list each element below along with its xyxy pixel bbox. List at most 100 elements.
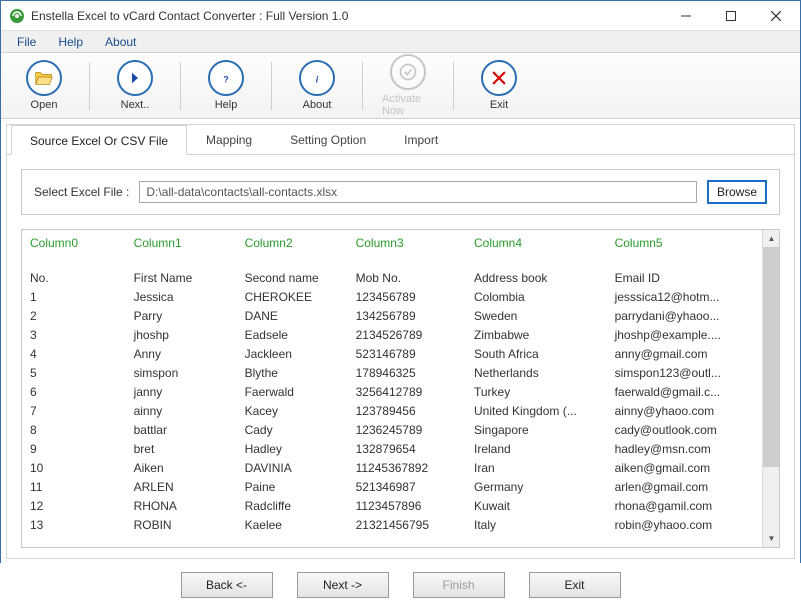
cell: Hadley (237, 439, 348, 458)
cell: 3 (22, 325, 126, 344)
scroll-thumb[interactable] (763, 247, 779, 467)
separator (271, 62, 272, 110)
exit-icon (481, 60, 517, 96)
column-header[interactable]: Column2 (237, 230, 348, 256)
cell: Mob No. (348, 268, 466, 287)
cell: Jessica (126, 287, 237, 306)
footer-exit-button[interactable]: Exit (529, 572, 621, 598)
table-row[interactable]: 7ainnyKacey123789456United Kingdom (...a… (22, 401, 762, 420)
menu-about[interactable]: About (95, 33, 146, 51)
cell: Kuwait (466, 496, 607, 515)
cell: Sweden (466, 306, 607, 325)
exit-button[interactable]: Exit (466, 56, 532, 115)
cell: 3256412789 (348, 382, 466, 401)
cell: 178946325 (348, 363, 466, 382)
table-row[interactable]: 3jhoshpEadsele2134526789Zimbabwejhoshp@e… (22, 325, 762, 344)
cell: 9 (22, 439, 126, 458)
table-header-row: No.First NameSecond nameMob No.Address b… (22, 268, 762, 287)
maximize-button[interactable] (708, 1, 753, 30)
wizard-footer: Back <- Next -> Finish Exit (0, 563, 801, 607)
tab-import[interactable]: Import (385, 124, 457, 154)
tab-setting[interactable]: Setting Option (271, 124, 385, 154)
table-row[interactable]: 6jannyFaerwald3256412789Turkeyfaerwald@g… (22, 382, 762, 401)
cell: 1 (22, 287, 126, 306)
data-grid[interactable]: Column0Column1Column2Column3Column4Colum… (22, 230, 762, 547)
cell: Kaelee (237, 515, 348, 534)
cell: faerwald@gmail.c... (607, 382, 762, 401)
about-button[interactable]: i About (284, 56, 350, 115)
next-button[interactable]: Next.. (102, 56, 168, 115)
minimize-button[interactable] (663, 1, 708, 30)
table-row[interactable]: 13ROBINKaelee21321456795Italyrobin@yhaoo… (22, 515, 762, 534)
titlebar: Enstella Excel to vCard Contact Converte… (1, 1, 800, 31)
cell: Ireland (466, 439, 607, 458)
close-button[interactable] (753, 1, 798, 30)
column-header[interactable]: Column4 (466, 230, 607, 256)
cell: Faerwald (237, 382, 348, 401)
window-title: Enstella Excel to vCard Contact Converte… (31, 9, 663, 23)
cell: jhoshp (126, 325, 237, 344)
cell: Jackleen (237, 344, 348, 363)
app-icon (9, 8, 25, 24)
menu-file[interactable]: File (7, 33, 46, 51)
cell: ainny@yhaoo.com (607, 401, 762, 420)
cell: jhoshp@example.... (607, 325, 762, 344)
column-header[interactable]: Column0 (22, 230, 126, 256)
cell: ROBIN (126, 515, 237, 534)
wizard-panel: Source Excel Or CSV File Mapping Setting… (6, 124, 795, 559)
table-row[interactable]: 12RHONARadcliffe1123457896Kuwaitrhona@ga… (22, 496, 762, 515)
cell: South Africa (466, 344, 607, 363)
table-row[interactable]: 4AnnyJackleen523146789South Africaanny@g… (22, 344, 762, 363)
cell: 2134526789 (348, 325, 466, 344)
table-row[interactable]: 10AikenDAVINIA11245367892Iranaiken@gmail… (22, 458, 762, 477)
cell: bret (126, 439, 237, 458)
cell: 123789456 (348, 401, 466, 420)
cell: CHEROKEE (237, 287, 348, 306)
cell: No. (22, 268, 126, 287)
browse-button[interactable]: Browse (707, 180, 767, 204)
column-header[interactable]: Column3 (348, 230, 466, 256)
help-button[interactable]: ? Help (193, 56, 259, 115)
tab-mapping[interactable]: Mapping (187, 124, 271, 154)
cell: 11245367892 (348, 458, 466, 477)
cell: Address book (466, 268, 607, 287)
menu-help[interactable]: Help (48, 33, 93, 51)
svg-text:i: i (316, 75, 319, 85)
info-icon: i (299, 60, 335, 96)
table-row[interactable]: 1JessicaCHEROKEE123456789Colombiajesssic… (22, 287, 762, 306)
cell: Paine (237, 477, 348, 496)
column-header[interactable]: Column1 (126, 230, 237, 256)
tab-strip: Source Excel Or CSV File Mapping Setting… (7, 125, 794, 155)
cell: 132879654 (348, 439, 466, 458)
cell: 10 (22, 458, 126, 477)
table-row[interactable]: 5simsponBlythe178946325Netherlandssimspo… (22, 363, 762, 382)
cell: Blythe (237, 363, 348, 382)
cell: Email ID (607, 268, 762, 287)
scroll-up-icon[interactable]: ▲ (763, 230, 780, 247)
back-button[interactable]: Back <- (181, 572, 273, 598)
table-row[interactable]: 9bretHadley132879654Irelandhadley@msn.co… (22, 439, 762, 458)
tab-source[interactable]: Source Excel Or CSV File (11, 125, 187, 155)
cell: DAVINIA (237, 458, 348, 477)
cell: parrydani@yhaoo... (607, 306, 762, 325)
cell: aiken@gmail.com (607, 458, 762, 477)
cell: Radcliffe (237, 496, 348, 515)
footer-next-button[interactable]: Next -> (297, 572, 389, 598)
cell: 2 (22, 306, 126, 325)
vertical-scrollbar[interactable]: ▲ ▼ (762, 230, 779, 547)
cell: Netherlands (466, 363, 607, 382)
column-header[interactable]: Column5 (607, 230, 762, 256)
cell: robin@yhaoo.com (607, 515, 762, 534)
table-row[interactable]: 11ARLENPaine521346987Germanyarlen@gmail.… (22, 477, 762, 496)
scroll-down-icon[interactable]: ▼ (763, 530, 780, 547)
table-row[interactable]: 8battlarCady1236245789Singaporecady@outl… (22, 420, 762, 439)
table-row[interactable]: 2ParryDANE134256789Swedenparrydani@yhaoo… (22, 306, 762, 325)
cell: First Name (126, 268, 237, 287)
cell: anny@gmail.com (607, 344, 762, 363)
cell: Colombia (466, 287, 607, 306)
open-button[interactable]: Open (11, 56, 77, 115)
cell: simspon123@outl... (607, 363, 762, 382)
cell: 134256789 (348, 306, 466, 325)
file-path-input[interactable] (139, 181, 697, 203)
cell: RHONA (126, 496, 237, 515)
